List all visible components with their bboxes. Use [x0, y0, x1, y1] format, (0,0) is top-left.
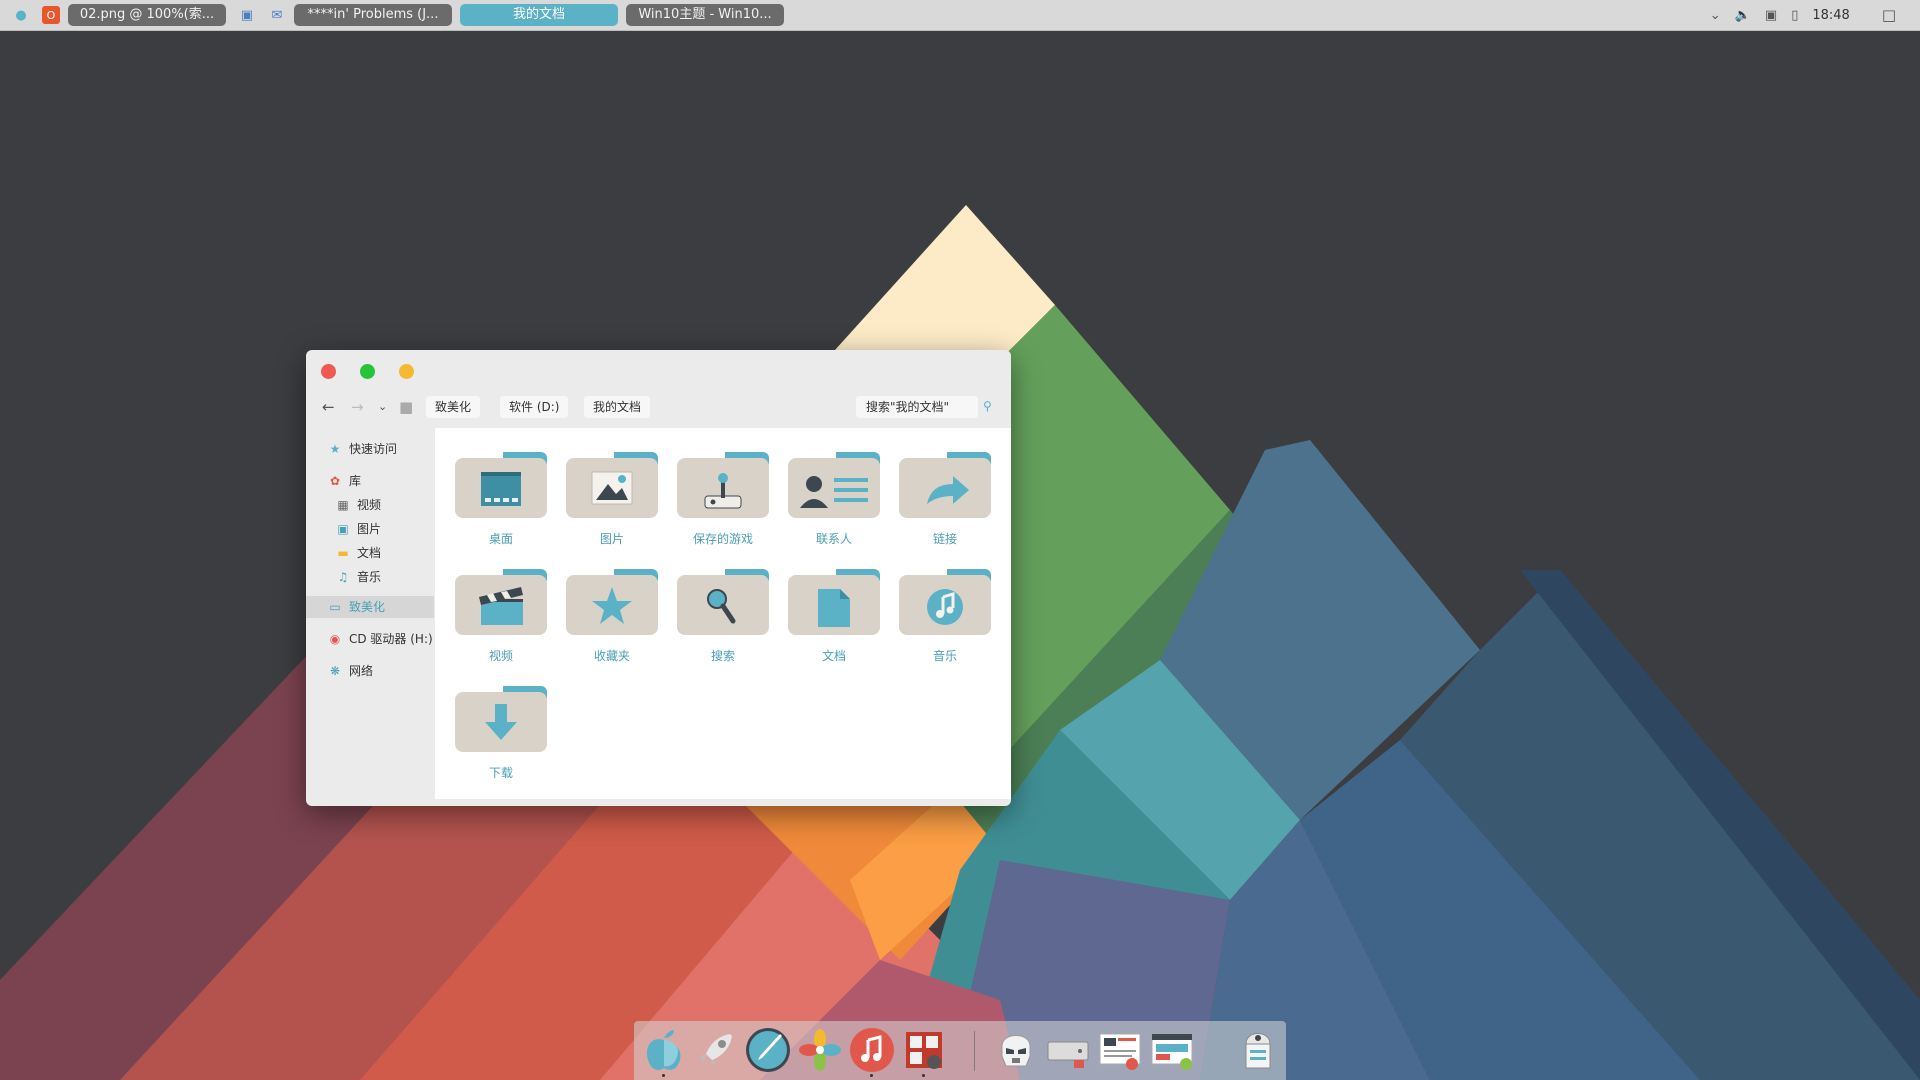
history-dropdown-icon[interactable]: ⌄ [378, 400, 387, 413]
network-icon: ❋ [329, 664, 341, 678]
magnifier-icon [677, 569, 769, 635]
folder-downloads[interactable]: 下载 [453, 682, 549, 792]
folder-desktop[interactable]: 桌面 [453, 448, 549, 558]
folder-searches[interactable]: 搜索 [675, 565, 771, 675]
search-input[interactable]: 搜索"我的文档" [856, 396, 978, 418]
music-app-icon[interactable] [848, 1026, 896, 1074]
folder-label: 视频 [488, 649, 513, 663]
volume-icon[interactable]: 🔈 [1735, 8, 1751, 23]
notification-icon[interactable]: □ [1882, 6, 1896, 24]
folder-label: 联系人 [815, 532, 852, 546]
desktop-icon [455, 452, 547, 518]
library-pinwheel-icon: ✿ [329, 474, 341, 488]
folder-pictures[interactable]: 图片 [564, 448, 660, 558]
music-icon: ♫ [337, 570, 349, 584]
clapperboard-icon [455, 569, 547, 635]
explorer-window: ← → ⌄ ■ 致美化 软件 (D:) 我的文档 搜索"我的文档" ⚲ ★ 快速… [306, 350, 1011, 806]
picture-icon [566, 452, 658, 518]
dock-separator [974, 1031, 975, 1071]
task-problems[interactable]: ****in' Problems (J... [294, 4, 452, 26]
mail-icon[interactable]: ✉ [268, 6, 286, 24]
folder-links[interactable]: 链接 [897, 448, 993, 558]
folder-label: 下载 [488, 766, 513, 780]
sidebar-item-network[interactable]: ❋ 网络 [328, 660, 373, 682]
navigation-bar: ← → ⌄ ■ 致美化 软件 (D:) 我的文档 搜索"我的文档" ⚲ [306, 396, 1011, 422]
folder-videos[interactable]: 视频 [453, 565, 549, 675]
folder-label: 搜索 [710, 649, 735, 663]
battery-icon[interactable]: ▯ [1791, 8, 1798, 23]
sidebar-item-documents[interactable]: ▬ 文档 [336, 542, 381, 564]
task-02-png[interactable]: 02.png @ 100%(索... [68, 4, 226, 26]
paintbrush-app-icon[interactable] [744, 1026, 792, 1074]
folder-grid: 桌面 图片 保存的游戏 联系人 链接 视频 收藏夹 搜索 文档 音乐 下载 [435, 428, 1011, 799]
contact-icon [788, 452, 880, 518]
picture-icon: ▣ [337, 522, 349, 536]
photo-booth-icon[interactable] [900, 1026, 948, 1074]
folder-label: 链接 [932, 532, 957, 546]
dock [634, 1021, 1286, 1080]
folder-label: 音乐 [932, 649, 957, 663]
maximize-button[interactable] [360, 364, 375, 379]
folder-icon: ■ [399, 398, 414, 416]
clock[interactable]: 18:48 [1812, 8, 1849, 23]
chevron-down-icon[interactable]: ⌄ [1710, 8, 1721, 23]
folder-music[interactable]: 音乐 [897, 565, 993, 675]
start-apple-icon[interactable]: ● [12, 6, 30, 24]
link-arrow-icon [899, 452, 991, 518]
sidebar-item-quick-access[interactable]: ★ 快速访问 [328, 438, 397, 460]
stormtrooper-icon[interactable] [992, 1026, 1040, 1074]
minimize-button[interactable] [399, 364, 414, 379]
sidebar-item-pictures[interactable]: ▣ 图片 [336, 518, 381, 540]
download-arrow-icon [455, 686, 547, 752]
save-icon[interactable]: ▣ [238, 6, 256, 24]
folder-label: 桌面 [488, 532, 513, 546]
music-note-icon [899, 569, 991, 635]
folder-saved-games[interactable]: 保存的游戏 [675, 448, 771, 558]
sidebar-item-zhimeihua[interactable]: ▭ 致美化 [306, 596, 434, 618]
star-icon [566, 569, 658, 635]
folder-contacts[interactable]: 联系人 [786, 448, 882, 558]
running-indicator [870, 1074, 873, 1077]
joystick-icon [677, 452, 769, 518]
document-viewer-icon[interactable] [1096, 1026, 1144, 1074]
forward-arrow-icon[interactable]: → [351, 398, 364, 416]
task-my-documents[interactable]: 我的文档 [460, 4, 618, 26]
cd-drive-icon: ◉ [329, 632, 341, 646]
sidebar-item-video[interactable]: ▦ 视频 [336, 494, 381, 516]
drive-icon[interactable] [1044, 1026, 1092, 1074]
launchpad-rocket-icon[interactable] [692, 1026, 740, 1074]
breadcrumb-software-d[interactable]: 软件 (D:) [500, 396, 569, 418]
folder-label: 保存的游戏 [692, 532, 753, 546]
close-button[interactable] [321, 364, 336, 379]
browser-window-icon[interactable] [1148, 1026, 1196, 1074]
finder-apple-icon[interactable] [640, 1026, 688, 1074]
photos-pinwheel-icon[interactable] [796, 1026, 844, 1074]
office-icon[interactable]: O [42, 6, 60, 24]
search-icon[interactable]: ⚲ [983, 399, 992, 413]
sidebar-item-music[interactable]: ♫ 音乐 [336, 566, 381, 588]
top-taskbar: ● O 02.png @ 100%(索... ▣ ✉ ****in' Probl… [0, 0, 1920, 31]
sidebar-item-library[interactable]: ✿ 库 [328, 470, 361, 492]
task-win10-theme[interactable]: Win10主题 - Win10... [626, 4, 784, 26]
breadcrumb-zhimeihua[interactable]: 致美化 [426, 396, 481, 418]
folder-favorites[interactable]: 收藏夹 [564, 565, 660, 675]
document-icon: ▬ [337, 546, 349, 560]
back-arrow-icon[interactable]: ← [322, 398, 335, 416]
document-icon [788, 569, 880, 635]
breadcrumb-my-documents[interactable]: 我的文档 [584, 396, 651, 418]
system-tray: ⌄ 🔈 ▣ ▯ 18:48 □ [1710, 0, 1920, 30]
star-icon: ★ [329, 442, 341, 456]
monitor-icon: ▭ [329, 600, 341, 614]
film-icon: ▦ [337, 498, 349, 512]
running-indicator [662, 1074, 665, 1077]
folder-label: 图片 [599, 532, 624, 546]
folder-documents[interactable]: 文档 [786, 565, 882, 675]
folder-label: 文档 [821, 649, 846, 663]
sidebar: ★ 快速访问 ✿ 库 ▦ 视频 ▣ 图片 ▬ 文档 ♫ 音乐 ▭ 致美化 ◉ C [306, 438, 434, 798]
running-indicator [922, 1074, 925, 1077]
sidebar-item-cd-drive[interactable]: ◉ CD 驱动器 (H:) [328, 628, 433, 650]
trash-robot-icon[interactable] [1234, 1026, 1282, 1074]
folder-label: 收藏夹 [593, 649, 630, 663]
network-icon[interactable]: ▣ [1765, 8, 1777, 23]
